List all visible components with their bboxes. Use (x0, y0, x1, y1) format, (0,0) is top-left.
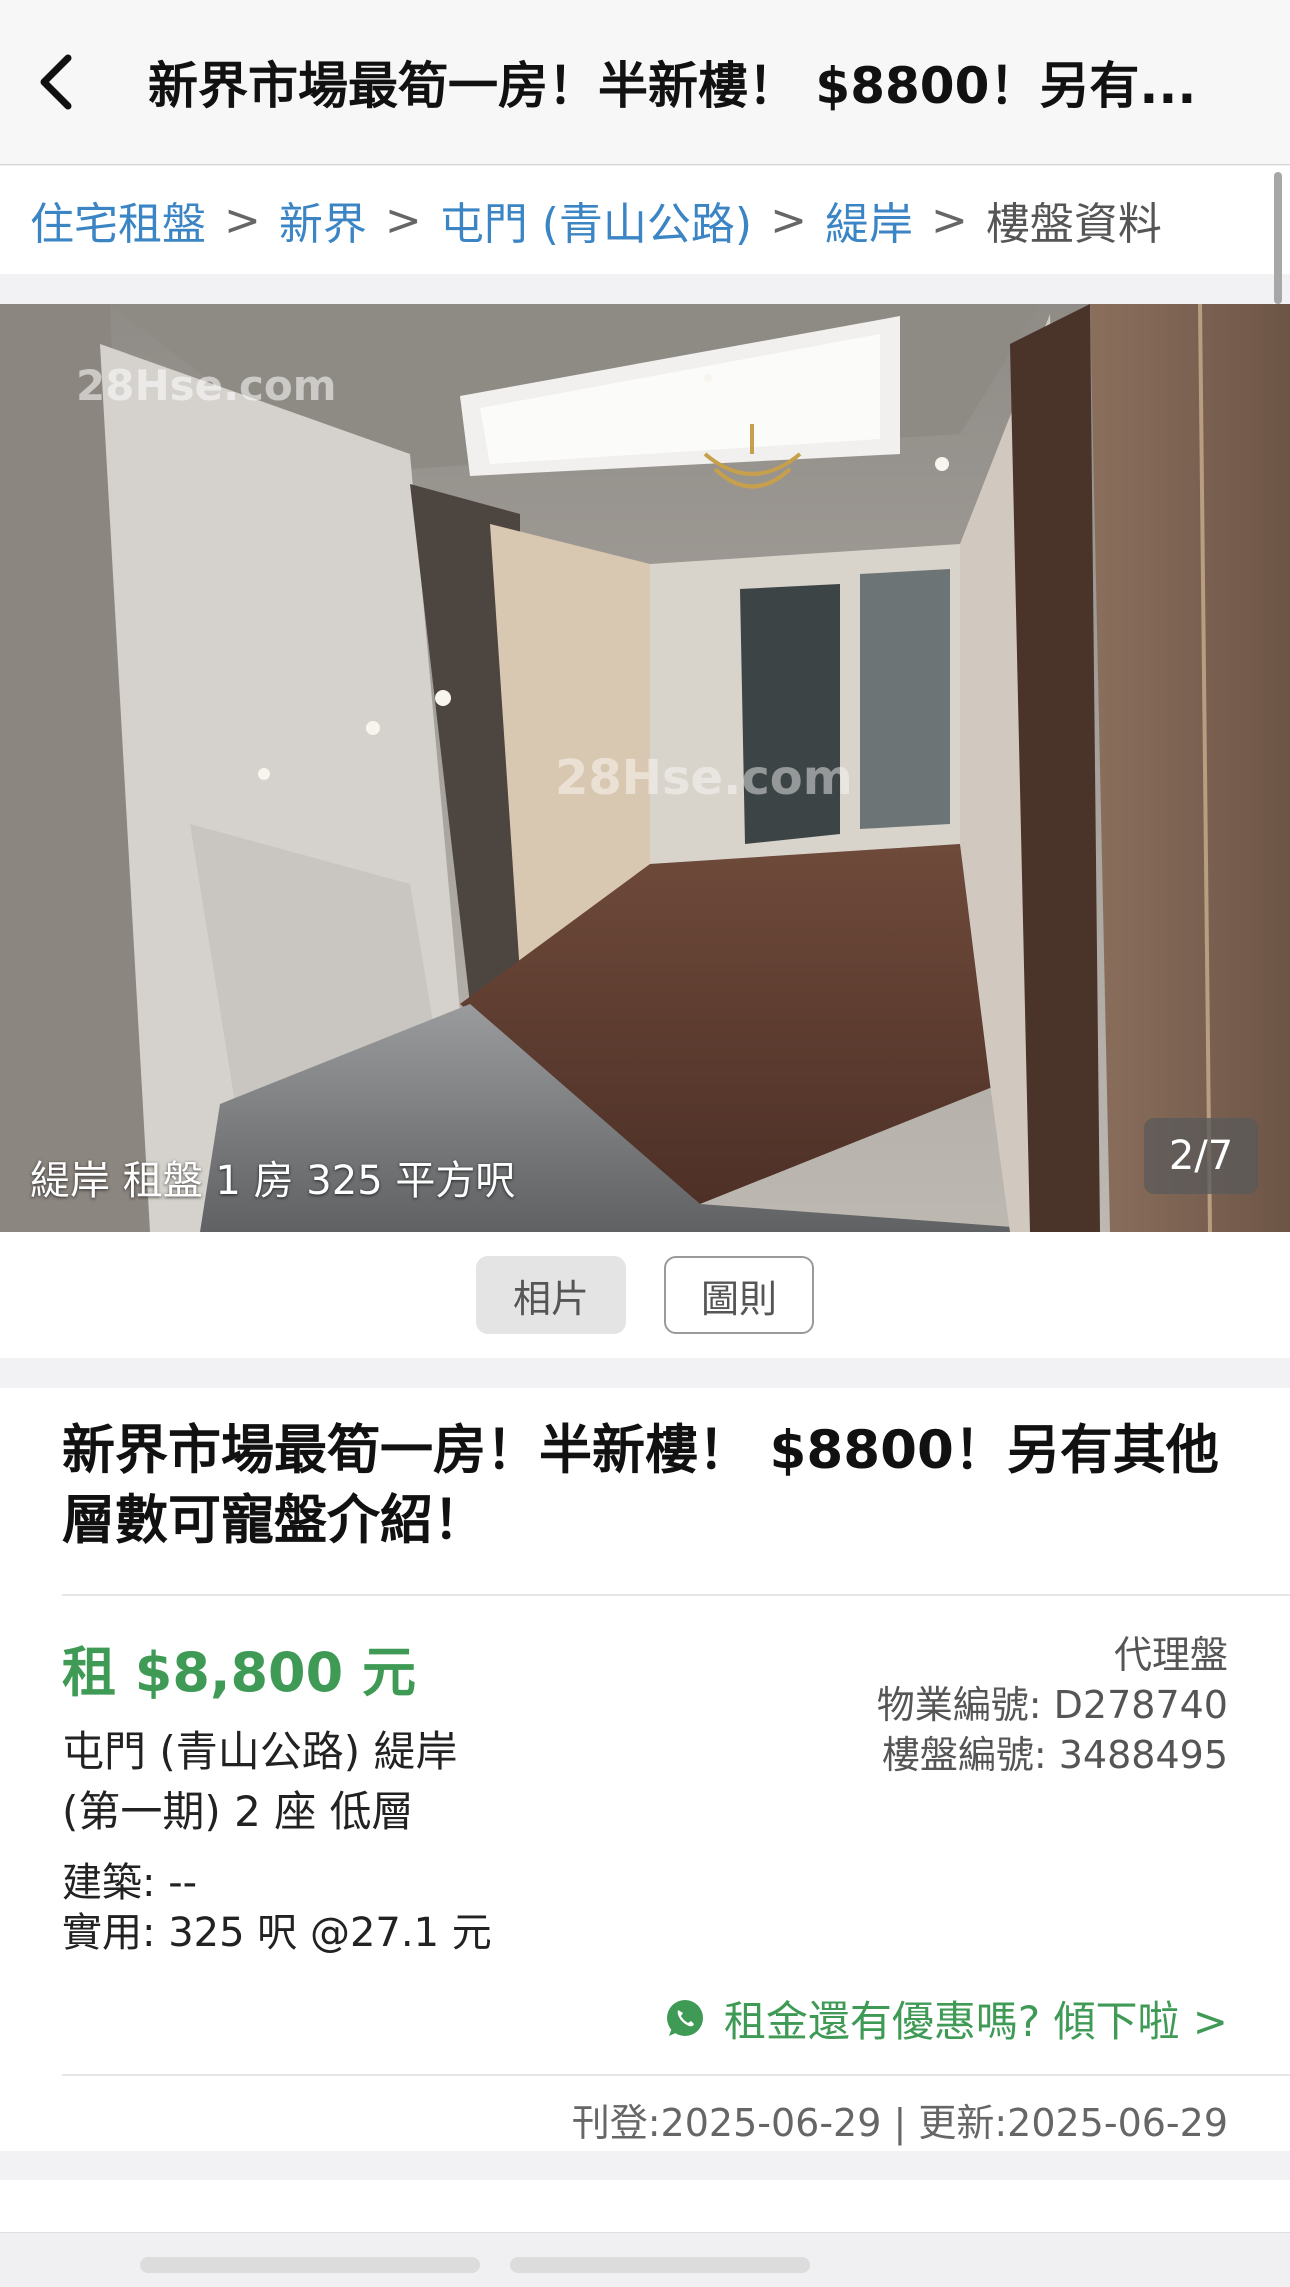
chevron-left-icon[interactable] (26, 51, 88, 113)
breadcrumb-current: 樓盤資料 (985, 199, 1162, 250)
breadcrumb-link-rental[interactable]: 住宅租盤 (30, 188, 206, 252)
listing-photo[interactable]: 28Hse.com 28Hse.com 緹岸 租盤 1 房 325 平方呎 2/… (0, 304, 1290, 1232)
toolbar-button[interactable] (510, 2257, 810, 2273)
listing-title: 新界市場最筍一房！半新樓！ $8800！另有其他層數可寵盤介紹！ (62, 1420, 1219, 1551)
listing-detail-card: 新界市場最筍一房！半新樓！ $8800！另有其他層數可寵盤介紹！ 租 $8,80… (0, 1388, 1290, 2151)
whatsapp-enquiry-link[interactable]: 租金還有優惠嗎? 傾下啦 > (664, 1988, 1228, 2049)
breadcrumb: 住宅租盤 > 新界 > 屯門 (青山公路) > 緹岸 > 樓盤資料 (0, 166, 1290, 274)
breadcrumb-separator: > (770, 194, 807, 246)
estate-number: 樓盤編號: 3488495 (881, 1733, 1228, 1777)
navigation-bar: 新界市場最筍一房！半新樓！ $8800！另有... (0, 0, 1290, 165)
address-line-2: (第一期) 2 座 低層 (62, 1787, 414, 1836)
net-area: 實用: 325 呎 @27.1 元 (62, 1910, 492, 1956)
photo-watermark: 28Hse.com (76, 361, 337, 410)
listing-meta: 代理盤 物業編號: D278740 樓盤編號: 3488495 (877, 1630, 1228, 1780)
breadcrumb-link-estate[interactable]: 緹岸 (825, 188, 913, 252)
whatsapp-cta-label: 租金還有優惠嗎? 傾下啦 > (723, 1997, 1228, 2046)
breadcrumb-link-tuen-mun[interactable]: 屯門 (青山公路) (440, 188, 752, 252)
room-photo-illustration: 28Hse.com 28Hse.com (0, 304, 1290, 1232)
photo-watermark-center: 28Hse.com (555, 750, 853, 806)
address-line-1: 屯門 (青山公路) 緹岸 (62, 1727, 458, 1776)
scrollbar[interactable] (1274, 172, 1282, 304)
listing-address: 屯門 (青山公路) 緹岸 (第一期) 2 座 低層 (62, 1722, 662, 1842)
rent-price: 租 $8,800 元 (62, 1641, 416, 1704)
photo-counter: 2/7 (1144, 1118, 1258, 1194)
area-info: 建築: -- 實用: 325 呎 @27.1 元 (62, 1858, 492, 1958)
nav-title: 新界市場最筍一房！半新樓！ $8800！另有... (148, 57, 1197, 115)
divider (62, 1594, 1290, 1596)
whatsapp-icon (666, 1999, 703, 2036)
listing-type: 代理盤 (1113, 1633, 1228, 1677)
photos-tab[interactable]: 相片 (476, 1256, 626, 1334)
breadcrumb-separator: > (224, 194, 261, 246)
photo-caption: 緹岸 租盤 1 房 325 平方呎 (30, 1158, 516, 1204)
toolbar-button[interactable] (140, 2257, 480, 2273)
breadcrumb-separator: > (930, 194, 968, 246)
bottom-toolbar (0, 2232, 1290, 2287)
post-update-dates: 刊登:2025-06-29 | 更新:2025-06-29 (571, 2101, 1228, 2145)
breadcrumb-link-new-territories[interactable]: 新界 (279, 188, 367, 252)
gross-area: 建築: -- (62, 1860, 198, 1906)
property-number: 物業編號: D278740 (876, 1683, 1228, 1727)
breadcrumb-separator: > (384, 194, 422, 246)
divider (62, 2074, 1290, 2076)
floorplan-tab[interactable]: 圖則 (664, 1256, 814, 1334)
media-toggle: 相片 圖則 (0, 1232, 1290, 1358)
